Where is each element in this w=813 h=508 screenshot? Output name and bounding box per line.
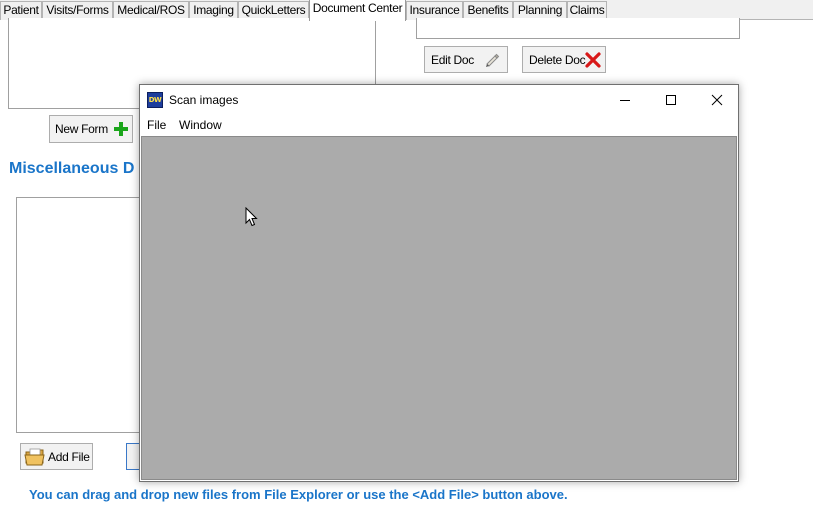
- scan-workspace[interactable]: [141, 136, 737, 480]
- documents-list[interactable]: [416, 18, 740, 39]
- edit-doc-button[interactable]: Edit Doc: [424, 46, 508, 73]
- tab-strip: Patient Visits/Forms Medical/ROS Imaging…: [0, 0, 813, 21]
- app-icon: DW: [147, 92, 163, 108]
- scan-images-dialog[interactable]: DW Scan images File Window: [139, 84, 739, 482]
- menu-file[interactable]: File: [147, 118, 166, 132]
- add-file-label: Add File: [48, 449, 90, 464]
- edit-doc-label: Edit Doc: [431, 52, 474, 67]
- new-form-button[interactable]: New Form: [49, 115, 133, 143]
- minimize-button[interactable]: [602, 85, 648, 115]
- close-icon: [711, 94, 723, 106]
- new-form-label: New Form: [55, 122, 108, 136]
- drag-drop-hint: You can drag and drop new files from Fil…: [29, 487, 568, 502]
- delete-doc-button[interactable]: Delete Doc: [522, 46, 606, 73]
- maximize-icon: [666, 95, 676, 105]
- mouse-cursor-icon: [245, 206, 258, 231]
- menu-window[interactable]: Window: [179, 118, 222, 132]
- close-button[interactable]: [694, 85, 740, 115]
- pencil-icon: [483, 51, 501, 72]
- dialog-title: Scan images: [169, 93, 239, 107]
- minimize-icon: [620, 100, 630, 101]
- dialog-titlebar[interactable]: DW Scan images: [140, 85, 738, 115]
- dialog-menubar: File Window: [140, 115, 738, 135]
- add-file-button[interactable]: Add File: [20, 443, 93, 470]
- maximize-button[interactable]: [648, 85, 694, 115]
- section-title: Miscellaneous D: [9, 160, 135, 177]
- tab-document-center[interactable]: Document Center: [309, 0, 406, 21]
- plus-icon: [112, 120, 130, 141]
- close-x-icon: [584, 51, 602, 72]
- delete-doc-label: Delete Doc: [529, 52, 586, 67]
- misc-documents-list[interactable]: [16, 197, 146, 433]
- folder-icon: [24, 447, 46, 470]
